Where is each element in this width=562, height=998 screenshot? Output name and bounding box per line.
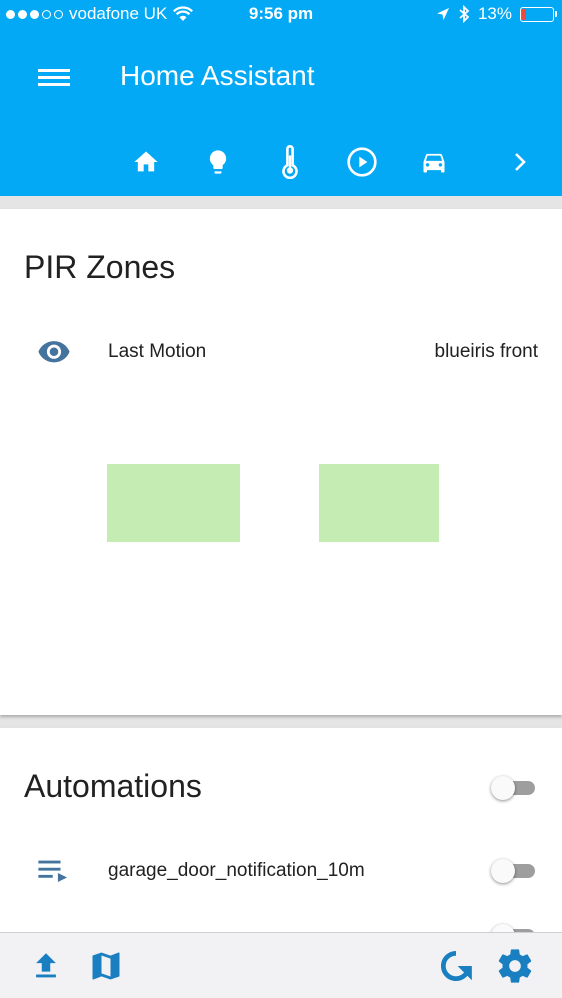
menu-button[interactable] [38, 66, 70, 90]
card-title: Automations [24, 768, 202, 804]
automation-label: garage_door_notification_10m [108, 860, 365, 881]
tab-home[interactable] [110, 138, 182, 186]
tab-media[interactable] [326, 138, 398, 186]
automations-group-toggle[interactable] [491, 776, 537, 800]
chevron-right-icon [515, 153, 526, 171]
play-circle-icon [347, 147, 377, 177]
settings-icon [498, 949, 532, 983]
refresh-button[interactable] [436, 946, 476, 986]
car-icon [423, 153, 445, 173]
pir-zone-left[interactable] [107, 464, 240, 542]
location-arrow-icon [436, 8, 449, 20]
playlist-play-icon [38, 860, 67, 883]
map-button[interactable] [86, 946, 126, 986]
automations-card: Automations garage_door_notification_10m [0, 728, 562, 948]
bluetooth-icon [459, 5, 470, 23]
status-bar: vodafone UK 9:56 pm 13% [0, 0, 562, 30]
upload-button[interactable] [26, 946, 66, 986]
battery-icon [520, 6, 557, 22]
tab-lights[interactable] [182, 138, 254, 186]
upload-icon [36, 953, 56, 978]
card-title: PIR Zones [24, 249, 176, 285]
pir-zones-card: PIR Zones Last Motion blueiris front [0, 209, 562, 715]
tab-climate[interactable] [254, 138, 326, 186]
pir-zone-right[interactable] [319, 464, 439, 542]
app-title: Home Assistant [120, 60, 315, 91]
status-right: 13% [436, 4, 557, 24]
app-toolbar: Home Assistant [0, 30, 562, 196]
settings-button[interactable] [495, 946, 535, 986]
lightbulb-icon [209, 150, 227, 174]
refresh-icon [440, 950, 472, 982]
thermometer-icon [282, 145, 298, 179]
row-label: Last Motion [108, 341, 207, 362]
eye-icon [38, 341, 70, 363]
bottom-toolbar [0, 932, 562, 998]
map-icon [92, 952, 120, 980]
automation-row[interactable]: garage_door_notification_10m [0, 846, 562, 896]
home-icon [134, 151, 158, 172]
automation-toggle[interactable] [491, 859, 537, 883]
battery-percent: 13% [477, 4, 512, 23]
last-motion-row[interactable]: Last Motion blueiris front [0, 327, 562, 377]
tab-vehicles[interactable] [398, 138, 470, 186]
view-tabs [110, 138, 470, 186]
row-value: blueiris front [434, 341, 539, 362]
tabs-next-button[interactable] [500, 138, 540, 186]
